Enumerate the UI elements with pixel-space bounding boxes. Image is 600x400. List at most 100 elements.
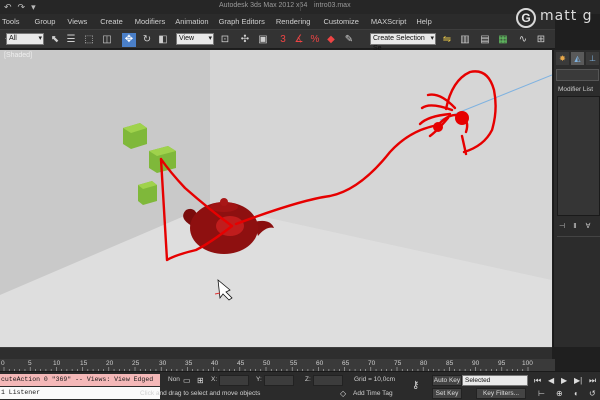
tick-label: 70 <box>368 360 376 367</box>
go-to-start-icon[interactable]: ⏮ <box>534 376 541 386</box>
menu-graph-editors[interactable]: Graph Editors <box>219 17 265 26</box>
menu-tools[interactable]: Tools <box>2 17 20 26</box>
menu-group[interactable]: Group <box>35 17 56 26</box>
make-unique-icon[interactable]: ∀ <box>583 222 593 232</box>
layer-manager-icon[interactable]: ▤ <box>478 33 492 47</box>
field-of-view-icon[interactable]: ◐ <box>574 389 579 398</box>
tick-label: 100 <box>522 360 533 367</box>
snaps-toggle-icon[interactable]: 3 <box>276 33 290 47</box>
selection-lock-icon[interactable]: ▭ <box>183 376 191 385</box>
auto-key-button[interactable]: Auto Key <box>432 375 462 386</box>
menu-maxscript[interactable]: MAXScript <box>371 17 406 26</box>
undo-icon[interactable]: ↶ <box>4 2 12 13</box>
key-mode-dropdown[interactable]: Selected <box>462 375 528 386</box>
select-and-move-icon[interactable]: ✥ <box>122 33 136 47</box>
time-slider[interactable] <box>0 347 552 359</box>
tick-label: 5 <box>28 360 32 367</box>
app-title: Autodesk 3ds Max 2012 x64 <box>219 2 308 9</box>
modifier-stack[interactable] <box>557 96 600 216</box>
previous-frame-icon[interactable]: ◀ <box>548 376 554 385</box>
go-to-end-icon[interactable]: ⏭ <box>589 376 596 386</box>
tick-label: 55 <box>290 360 298 367</box>
x-label: X: <box>211 376 218 383</box>
watermark-logo: G <box>516 8 536 28</box>
hierarchy-tab-icon[interactable]: ⊥ <box>586 52 599 65</box>
viewport-scene <box>0 50 552 347</box>
menu-modifiers[interactable]: Modifiers <box>135 17 165 26</box>
object-name-field[interactable] <box>556 69 599 81</box>
tick-label: 90 <box>472 360 480 367</box>
menu-bar: Tools Group Views Create Modifiers Anima… <box>0 14 555 29</box>
menu-create[interactable]: Create <box>100 17 123 26</box>
key-mode-toggle-icon[interactable]: ⊢ <box>538 389 545 398</box>
menu-help[interactable]: Help <box>416 17 431 26</box>
menu-views[interactable]: Views <box>67 17 87 26</box>
absolute-mode-icon[interactable]: ⊞ <box>197 376 204 385</box>
schematic-view-icon[interactable]: ⊞ <box>534 33 548 47</box>
rectangular-selection-icon[interactable]: ⬚ <box>82 33 96 47</box>
command-panel-tabs: ✸ ◭ ⊥ <box>556 52 600 65</box>
select-and-manipulate-icon[interactable]: ✣ <box>238 33 252 47</box>
graphite-toggle-icon[interactable]: ▦ <box>496 33 510 47</box>
time-tag-icon: ◇ <box>340 389 347 398</box>
quick-access-toolbar: ↶ ↷ ▾ <box>4 2 36 13</box>
key-filters-button[interactable]: Key Filters... <box>476 388 526 399</box>
panel-divider <box>557 236 600 237</box>
modify-tab-icon[interactable]: ◭ <box>571 52 584 65</box>
zoom-extents-icon[interactable]: ⊕ <box>556 389 563 398</box>
maxscript-listener-input[interactable]: 1 Listener <box>0 387 160 399</box>
edit-named-selection-icon[interactable]: ✎ <box>342 33 356 47</box>
maxscript-mini-listener[interactable]: cuteAction 0 "369" -- Views: View Edged <box>0 374 160 386</box>
orbit-icon[interactable]: ↺ <box>589 389 596 398</box>
green-box-bottom[interactable] <box>138 181 157 205</box>
spinner-snap-icon[interactable]: ◆ <box>324 33 338 47</box>
redo-icon[interactable]: ↷ <box>18 2 26 13</box>
menu-customize[interactable]: Customize <box>323 17 358 26</box>
next-frame-icon[interactable]: ▶| <box>574 376 582 385</box>
menu-rendering[interactable]: Rendering <box>276 17 311 26</box>
tick-label: 15 <box>80 360 88 367</box>
selection-filter-dropdown[interactable]: All <box>6 33 44 45</box>
quick-access-dropdown-icon[interactable]: ▾ <box>31 2 36 13</box>
viewport-label[interactable]: [Shaded] <box>4 52 32 59</box>
perspective-viewport[interactable]: [Shaded] <box>0 50 552 347</box>
tick-label: 25 <box>132 360 140 367</box>
align-icon[interactable]: ▥ <box>458 33 472 47</box>
z-coordinate-field[interactable] <box>313 375 343 386</box>
pivot-center-icon[interactable]: ⊡ <box>218 33 232 47</box>
menu-animation[interactable]: Animation <box>175 17 208 26</box>
select-and-rotate-icon[interactable]: ↻ <box>140 33 154 47</box>
select-object-icon[interactable]: ⬉ <box>48 33 62 47</box>
grid-size: Grid = 10,0cm <box>354 376 396 383</box>
window-crossing-icon[interactable]: ◫ <box>100 33 114 47</box>
watermark-text: matt g <box>540 8 593 24</box>
create-tab-icon[interactable]: ✸ <box>556 52 569 65</box>
curve-editor-icon[interactable]: ∿ <box>516 33 530 47</box>
key-icon: ⚷ <box>412 380 420 391</box>
keyboard-shortcut-override-icon[interactable]: ▣ <box>256 33 270 47</box>
track-bar[interactable]: 0 5 10 15 20 25 30 35 40 45 50 55 60 65 … <box>0 359 555 371</box>
select-by-name-icon[interactable]: ☰ <box>64 33 78 47</box>
show-end-result-icon[interactable]: Ⅱ <box>570 222 580 232</box>
pin-stack-icon[interactable]: ⊣ <box>557 222 567 232</box>
angle-snap-icon[interactable]: ∡ <box>292 33 306 47</box>
command-panel: ✸ ◭ ⊥ Modifier List ⊣ Ⅱ ∀ <box>553 50 600 347</box>
tick-label: 85 <box>446 360 454 367</box>
select-and-scale-icon[interactable]: ◧ <box>156 33 170 47</box>
tick-label: 40 <box>211 360 219 367</box>
mirror-icon[interactable]: ⇋ <box>440 33 454 47</box>
tick-label: 50 <box>263 360 271 367</box>
title-bar: ↶ ↷ ▾ Autodesk 3ds Max 2012 x64 intro03.… <box>0 0 600 14</box>
x-coordinate-field[interactable] <box>219 375 249 386</box>
modifier-list-dropdown[interactable]: Modifier List <box>558 86 593 93</box>
play-icon[interactable]: ▶ <box>561 376 567 385</box>
file-title: intro03.max <box>314 2 351 9</box>
percent-snap-icon[interactable]: % <box>308 33 322 47</box>
tick-label: 30 <box>159 360 167 367</box>
y-coordinate-field[interactable] <box>264 375 294 386</box>
reference-coordinate-dropdown[interactable]: View <box>176 33 214 45</box>
named-selection-set-dropdown[interactable]: Create Selection Se <box>370 33 436 52</box>
set-key-button[interactable]: Set Key <box>432 388 462 399</box>
add-time-tag-button[interactable]: Add Time Tag <box>353 390 393 397</box>
selection-count: Non <box>168 376 180 383</box>
